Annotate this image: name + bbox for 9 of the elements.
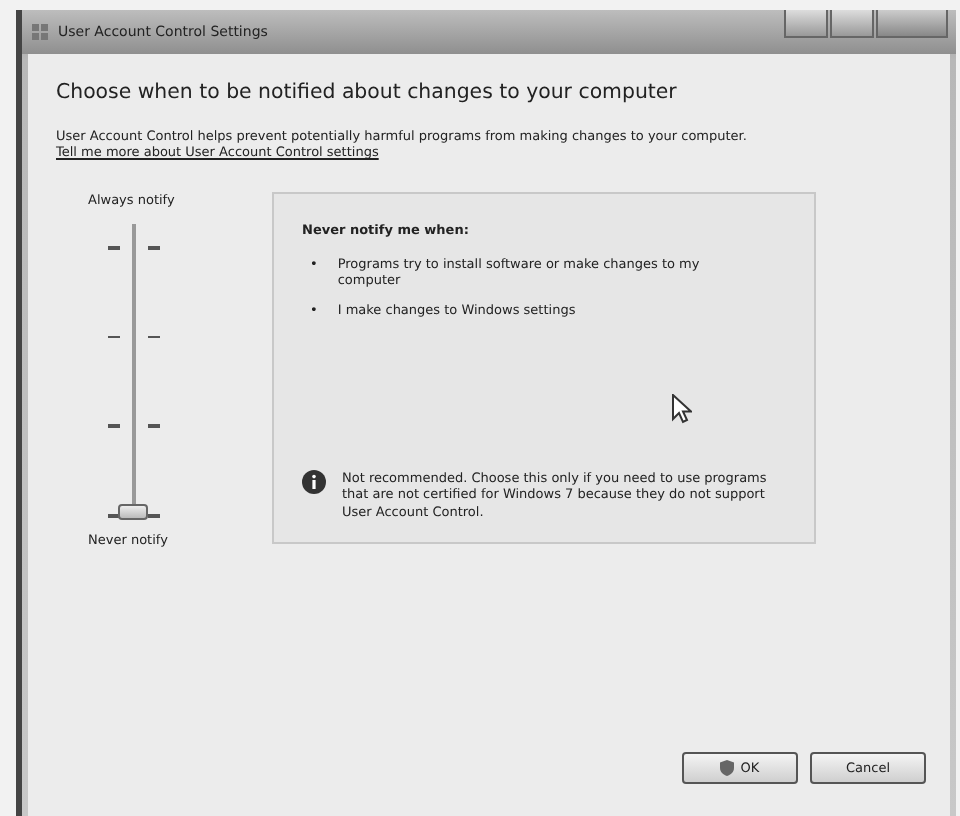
page-heading: Choose when to be notified about changes to your computer <box>56 82 679 104</box>
shield-icon <box>720 760 735 776</box>
app-icon <box>30 22 50 42</box>
info-icon <box>302 469 326 494</box>
close-button[interactable] <box>876 10 948 38</box>
minimize-button[interactable] <box>784 10 828 38</box>
slider-thumb[interactable] <box>118 504 148 520</box>
maximize-button[interactable] <box>830 10 874 38</box>
mouse-cursor-icon <box>672 394 692 424</box>
